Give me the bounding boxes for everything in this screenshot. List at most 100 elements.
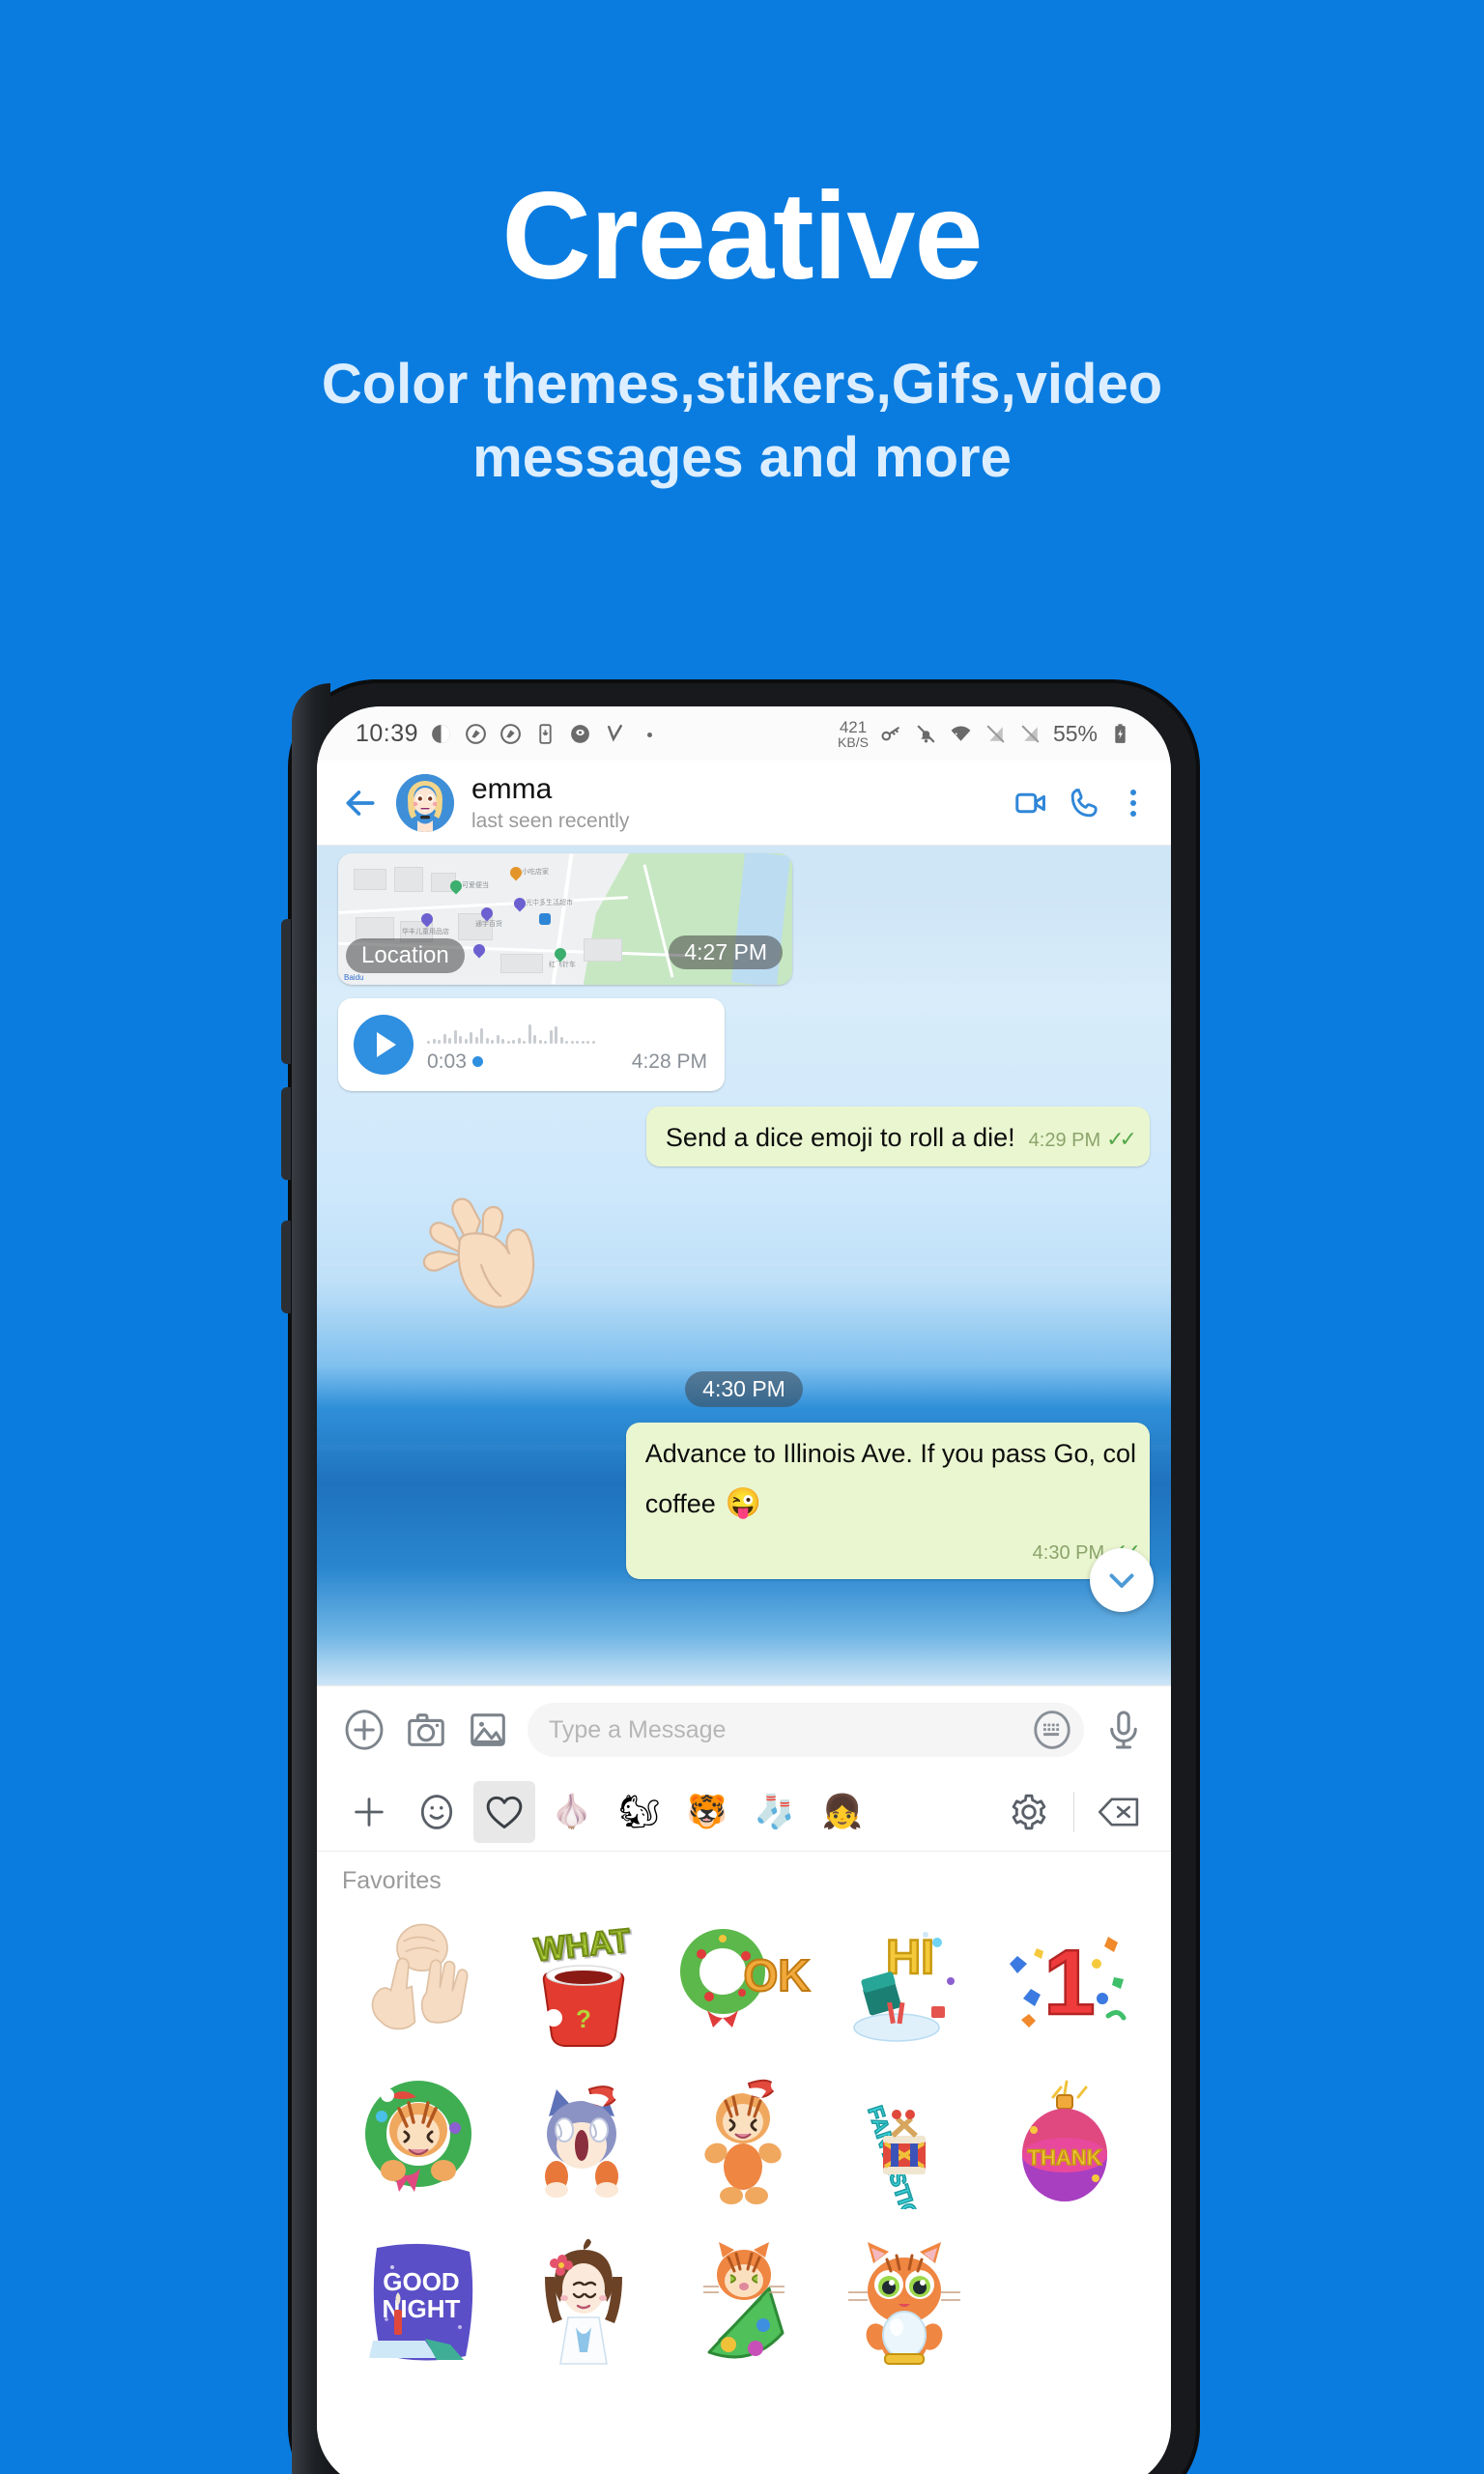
promo-subtitle-line1: Color themes,stikers,Gifs,video — [321, 353, 1163, 417]
map-pin-8 — [471, 941, 488, 959]
sticker-cat-tree[interactable] — [664, 2222, 824, 2382]
message-time-divider: 4:30 PM — [685, 1371, 803, 1408]
sticker-tab-favorites[interactable] — [473, 1781, 535, 1844]
what-bag-sticker-image: WHAT ? — [531, 1921, 633, 2047]
tiger-santa-sticker-image — [704, 2078, 785, 2204]
map-label-6: 红飞针车 — [549, 962, 576, 968]
message-text-line2: coffee — [644, 1489, 716, 1519]
plus-circle-icon[interactable] — [342, 1708, 386, 1752]
outgoing-message-row-2: Advance to Illinois Ave. If you pass Go,… — [338, 1423, 1150, 1579]
sticker-good-night[interactable]: GOOD NIGHT — [342, 2222, 502, 2382]
wifi-icon — [951, 726, 971, 741]
rocket-badge-icon-2 — [500, 723, 521, 744]
voice-duration-wrap: 0:03 — [427, 1050, 483, 1074]
sticker-panel[interactable]: Favorites WHAT ? OK HI 1 THANK GOOD NIGH… — [317, 1851, 1171, 2474]
message-text-line2-wrap: coffee 😜 — [645, 1484, 1136, 1523]
phone-mockup: 10:39 421 KB/S 55% emma last seen recent… — [281, 679, 1200, 2474]
volume-down-button[interactable] — [281, 1087, 291, 1180]
sticker-section-title: Favorites — [342, 1866, 442, 1894]
voice-waveform[interactable] — [427, 1017, 707, 1044]
sticker-settings-button[interactable] — [998, 1781, 1060, 1843]
chevron-down-icon — [1109, 1573, 1134, 1588]
message-input-field[interactable]: Type a Message — [528, 1703, 1084, 1758]
microphone-icon[interactable] — [1101, 1708, 1146, 1752]
tabbar-divider — [1073, 1792, 1074, 1833]
message-timestamp-2: 4:30 PM — [1032, 1541, 1105, 1564]
menu-dot-1 — [1130, 789, 1136, 795]
contrast-icon — [432, 724, 450, 743]
sticker-tab-pack-radish[interactable]: 🧄 — [541, 1781, 603, 1843]
battery-charging-icon — [1115, 723, 1126, 743]
number-one-sticker-image: 1 — [1009, 1930, 1127, 2035]
location-label: Location — [346, 938, 465, 973]
sticker-tab-pack-socks[interactable]: 🧦 — [744, 1781, 806, 1843]
hi-snow-sticker-image: HI — [853, 1929, 956, 2042]
sticker-tiger-wreath[interactable] — [342, 2061, 502, 2222]
backspace-button[interactable] — [1088, 1781, 1150, 1843]
ok-wreath-sticker-image: OK — [679, 1929, 811, 2028]
sticker-tab-emoji[interactable] — [406, 1781, 468, 1843]
message-text-line1: Advance to Illinois Ave. If you pass Go,… — [644, 1439, 1136, 1469]
phone-download-icon — [539, 723, 552, 744]
dot-icon — [647, 732, 653, 737]
sticker-husky-santa[interactable] — [502, 2061, 663, 2222]
chat-title-block[interactable]: emma last seen recently — [471, 773, 995, 832]
power-button[interactable] — [281, 1221, 291, 1313]
menu-dot-3 — [1130, 810, 1136, 817]
chat-header: emma last seen recently — [317, 761, 1171, 846]
more-vertical-icon[interactable] — [1121, 785, 1146, 821]
voice-timestamp: 4:28 PM — [631, 1050, 707, 1073]
sticker-what-bag[interactable]: WHAT ? — [502, 1901, 663, 2061]
avatar[interactable] — [396, 773, 454, 832]
sticker-hi-snow[interactable]: HI — [824, 1901, 985, 2061]
camera-icon[interactable] — [404, 1708, 448, 1752]
backspace-icon — [1098, 1798, 1139, 1827]
voice-meta: 0:03 4:28 PM — [427, 1050, 707, 1074]
sticker-tab-add-sticker-pack[interactable] — [338, 1781, 400, 1843]
voice-message[interactable]: 0:03 4:28 PM — [338, 998, 725, 1091]
voice-duration: 0:03 — [427, 1050, 467, 1073]
cat-tree-sticker-image — [702, 2242, 785, 2359]
location-message[interactable]: 可爱便当 小吃店家 光中多生活超市 通宇百货 华丰儿童用品店 红飞针车 Baid… — [338, 853, 792, 985]
sticker-number-one[interactable]: 1 — [985, 1901, 1146, 2061]
fantastic-drum-sticker-image: FANTASTIC! — [863, 2102, 927, 2209]
sticker-rock-paper-scissors[interactable] — [342, 1901, 502, 2061]
keyboard-icon[interactable] — [1030, 1708, 1074, 1752]
image-icon[interactable] — [466, 1708, 510, 1752]
girl-flower-sticker-image — [544, 2238, 622, 2365]
wink-tongue-emoji: 😜 — [725, 1487, 762, 1520]
scroll-to-bottom-button[interactable] — [1090, 1547, 1154, 1612]
sticker-thank-ornament[interactable]: THANK — [985, 2061, 1146, 2222]
sticker-girl-flower[interactable] — [502, 2222, 663, 2382]
play-icon[interactable] — [354, 1015, 414, 1075]
map-label-5: 华丰儿童用品店 — [402, 929, 449, 935]
message-text: Send a dice emoji to roll a die! — [665, 1123, 1015, 1152]
heart-icon — [486, 1797, 523, 1829]
map-block-7 — [500, 954, 543, 973]
voice-body: 0:03 4:28 PM — [427, 1017, 707, 1074]
message-timestamp: 4:29 PM — [1028, 1130, 1101, 1152]
signal-off-icon — [986, 724, 1005, 743]
sticker-cat-crystal-ball[interactable] — [824, 2222, 985, 2382]
message-list[interactable]: 可爱便当 小吃店家 光中多生活超市 通宇百货 华丰儿童用品店 红飞针车 Baid… — [317, 846, 1171, 1685]
volume-up-button[interactable] — [281, 919, 291, 1064]
sticker-tab-pack-tiger[interactable]: 🐯 — [676, 1781, 738, 1843]
sticker-fantastic-drum[interactable]: FANTASTIC! — [824, 2061, 985, 2222]
sticker-ok-wreath[interactable]: OK — [664, 1901, 824, 2061]
key-icon — [881, 726, 899, 740]
promo-subtitle-line2: messages and more — [472, 425, 1012, 489]
arrow-left-icon[interactable] — [342, 785, 379, 821]
phone-icon[interactable] — [1067, 785, 1103, 821]
gear-icon — [1012, 1795, 1046, 1830]
sticker-tiger-santa[interactable] — [664, 2061, 824, 2222]
text-message-bubble[interactable]: Send a dice emoji to roll a die! 4:29 PM… — [645, 1107, 1150, 1167]
cat-crystal-ball-sticker-image — [848, 2241, 961, 2365]
phone-screen: 10:39 421 KB/S 55% emma last seen recent… — [317, 706, 1171, 2474]
sticker-tab-pack-girl[interactable]: 👧 — [812, 1781, 873, 1843]
sticker-tab-pack-squirrel[interactable]: 🐿 — [609, 1781, 671, 1843]
video-camera-icon[interactable] — [1013, 785, 1049, 821]
data-rate-indicator: 421 KB/S — [838, 719, 869, 749]
text-message-bubble-2[interactable]: Advance to Illinois Ave. If you pass Go,… — [625, 1423, 1150, 1579]
waving-hand-sticker[interactable] — [338, 1184, 1150, 1358]
good-label: GOOD — [383, 2267, 459, 2296]
